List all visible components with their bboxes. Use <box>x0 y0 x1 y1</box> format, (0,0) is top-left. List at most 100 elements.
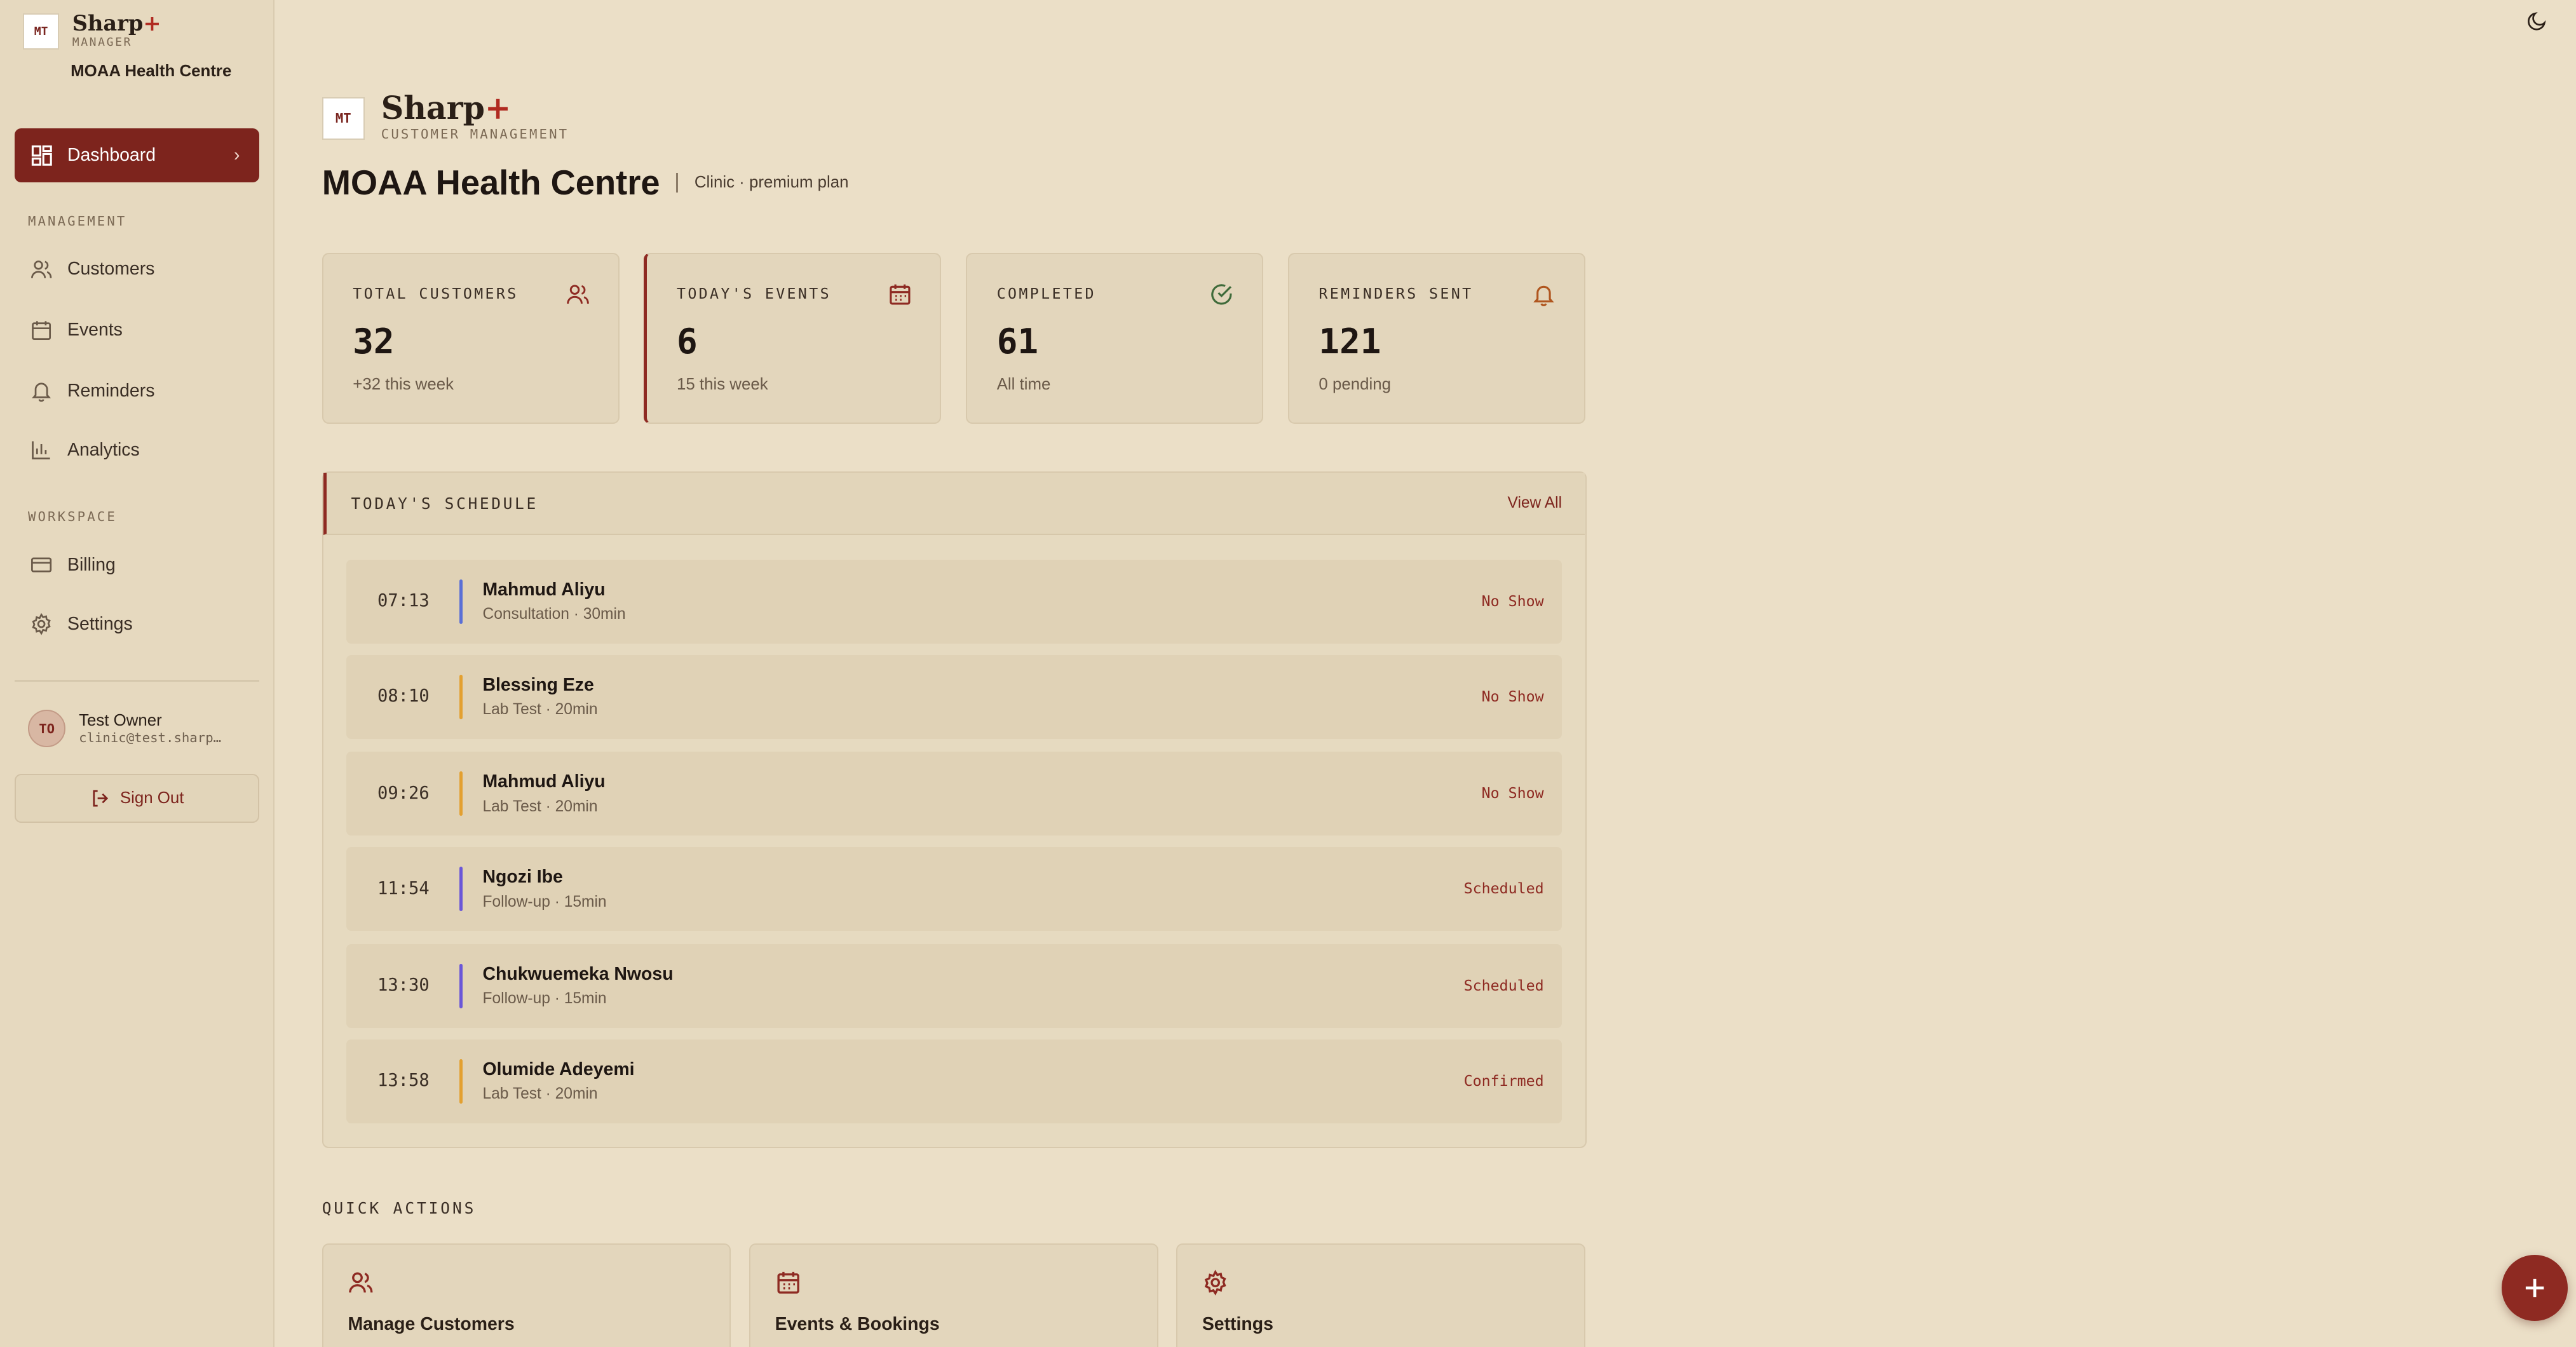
event-time: 09:26 <box>377 783 430 803</box>
customer-name: Mahmud Aliyu <box>482 771 606 792</box>
event-time: 11:54 <box>377 878 430 898</box>
sidebar-item-reminders[interactable]: Reminders <box>30 379 155 402</box>
bell-icon <box>31 382 51 402</box>
sidebar-divider <box>15 680 260 682</box>
stat-card-total-customers[interactable]: TOTAL CUSTOMERS 32 +32 this week <box>322 253 620 424</box>
sidebar-item-events[interactable]: Events <box>30 319 123 342</box>
sidebar-item-label: Reminders <box>67 380 155 401</box>
status-badge: Confirmed <box>1463 1072 1544 1090</box>
event-type-indicator <box>459 963 463 1008</box>
status-badge: No Show <box>1481 687 1544 705</box>
calendar-icon <box>889 284 911 305</box>
sidebar-item-label: Dashboard <box>67 144 156 165</box>
users-icon <box>349 1272 373 1293</box>
sidebar-item-billing[interactable]: Billing <box>30 553 116 576</box>
sidebar-item-dashboard[interactable]: Dashboard › <box>15 128 260 182</box>
sidebar-item-customers[interactable]: Customers <box>30 258 155 281</box>
moon-icon <box>2528 12 2546 30</box>
quick-action-manage-customers[interactable]: Manage Customers <box>322 1243 731 1347</box>
user-name: Test Owner <box>79 712 162 730</box>
page-brand-logo: MT <box>322 97 365 140</box>
schedule-row[interactable]: 08:10 Blessing Eze Lab Test · 20min No S… <box>346 654 1563 739</box>
sidebar-item-label: Settings <box>67 613 133 634</box>
chevron-right-icon: › <box>233 144 240 165</box>
brand-name: Sharp+ <box>72 10 161 36</box>
stat-card-todays-events[interactable]: TODAY'S EVENTS 6 15 this week <box>644 253 942 424</box>
add-new-button[interactable] <box>2502 1255 2568 1321</box>
event-type: Follow-up · 15min <box>482 893 607 910</box>
stat-card-reminders-sent[interactable]: REMINDERS SENT 121 0 pending <box>1287 253 1585 424</box>
theme-toggle-button[interactable] <box>2526 8 2548 38</box>
stat-subtext: 15 this week <box>676 376 768 394</box>
event-type: Lab Test · 20min <box>482 797 598 815</box>
customer-name: Olumide Adeyemi <box>482 1059 635 1080</box>
check-circle-icon <box>1211 284 1232 305</box>
user-profile[interactable]: TO Test Owner clinic@test.sharp… <box>27 709 243 748</box>
customer-name: Chukwuemeka Nwosu <box>482 963 674 984</box>
bar-chart-icon <box>31 441 50 460</box>
schedule-row[interactable]: 09:26 Mahmud Aliyu Lab Test · 20min No S… <box>346 752 1563 836</box>
user-email: clinic@test.sharp… <box>79 730 222 746</box>
event-type: Lab Test · 20min <box>482 701 598 719</box>
event-time: 08:10 <box>377 686 430 707</box>
stat-subtext: +32 this week <box>353 376 454 394</box>
dashboard-icon <box>31 145 52 166</box>
stat-label: COMPLETED <box>996 285 1096 303</box>
sidebar-item-label: Billing <box>67 554 116 575</box>
status-badge: No Show <box>1481 592 1544 610</box>
schedule-row[interactable]: 13:30 Chukwuemeka Nwosu Follow-up · 15mi… <box>346 944 1563 1028</box>
quick-action-label: Settings <box>1202 1313 1273 1334</box>
quick-action-settings[interactable]: Settings <box>1176 1243 1585 1347</box>
stat-subtext: 0 pending <box>1319 376 1391 394</box>
view-all-link[interactable]: View All <box>1508 494 1563 512</box>
quick-action-events-bookings[interactable]: Events & Bookings <box>749 1243 1158 1347</box>
bell-icon <box>1533 285 1554 307</box>
schedule-row[interactable]: 11:54 Ngozi Ibe Follow-up · 15min Schedu… <box>346 847 1563 931</box>
sign-out-button[interactable]: Sign Out <box>15 773 260 823</box>
todays-schedule-panel: TODAY'S SCHEDULE View All 07:13 Mahmud A… <box>322 471 1587 1149</box>
status-badge: Scheduled <box>1463 977 1544 994</box>
event-type-indicator <box>459 1059 463 1104</box>
credit-card-icon <box>31 557 51 572</box>
event-type: Lab Test · 20min <box>482 1085 598 1103</box>
status-badge: Scheduled <box>1463 880 1544 898</box>
sidebar-item-label: Events <box>67 320 123 341</box>
customer-name: Blessing Eze <box>482 674 594 695</box>
page-brand-subtitle: CUSTOMER MANAGEMENT <box>381 126 569 142</box>
gear-icon <box>1204 1269 1226 1296</box>
stat-card-completed[interactable]: COMPLETED 61 All time <box>966 253 1264 424</box>
stat-value: 32 <box>353 322 395 362</box>
plus-icon <box>2525 1278 2544 1297</box>
event-time: 13:58 <box>377 1071 430 1090</box>
page-title-row: MOAA Health Centre Clinic · premium plan <box>322 163 849 203</box>
event-type-indicator <box>459 867 463 912</box>
quick-action-label: Events & Bookings <box>775 1313 940 1334</box>
users-icon <box>567 285 589 304</box>
event-time: 07:13 <box>377 591 430 611</box>
sidebar-item-settings[interactable]: Settings <box>30 613 133 635</box>
stat-label: REMINDERS SENT <box>1319 285 1474 303</box>
plan-label: Clinic · premium plan <box>694 173 849 191</box>
event-type: Follow-up · 15min <box>482 990 607 1008</box>
event-type: Consultation · 30min <box>482 606 626 623</box>
title-divider <box>676 172 678 193</box>
sidebar-item-label: Customers <box>67 259 155 280</box>
section-label-workspace: WORKSPACE <box>27 509 117 525</box>
section-label-management: MANAGEMENT <box>27 213 127 229</box>
event-type-indicator <box>459 674 463 719</box>
stat-value: 6 <box>676 322 698 362</box>
page-brand-name: Sharp+ <box>381 89 512 126</box>
schedule-row[interactable]: 07:13 Mahmud Aliyu Consultation · 30min … <box>346 559 1563 644</box>
sidebar: MT Sharp+ MANAGER MOAA Health Centre Das… <box>0 0 275 1347</box>
schedule-row[interactable]: 13:58 Olumide Adeyemi Lab Test · 20min C… <box>346 1039 1563 1123</box>
customer-name: Ngozi Ibe <box>482 867 563 888</box>
calendar-icon <box>777 1271 799 1294</box>
page-brand: MT Sharp+ CUSTOMER MANAGEMENT <box>322 89 569 142</box>
brand[interactable]: MT Sharp+ MANAGER <box>23 11 161 51</box>
sidebar-item-analytics[interactable]: Analytics <box>30 438 140 461</box>
event-time: 13:30 <box>377 975 430 996</box>
schedule-title: TODAY'S SCHEDULE <box>351 494 538 513</box>
gear-icon <box>31 613 51 635</box>
stat-value: 121 <box>1319 322 1381 362</box>
organization-name: MOAA Health Centre <box>71 62 232 81</box>
